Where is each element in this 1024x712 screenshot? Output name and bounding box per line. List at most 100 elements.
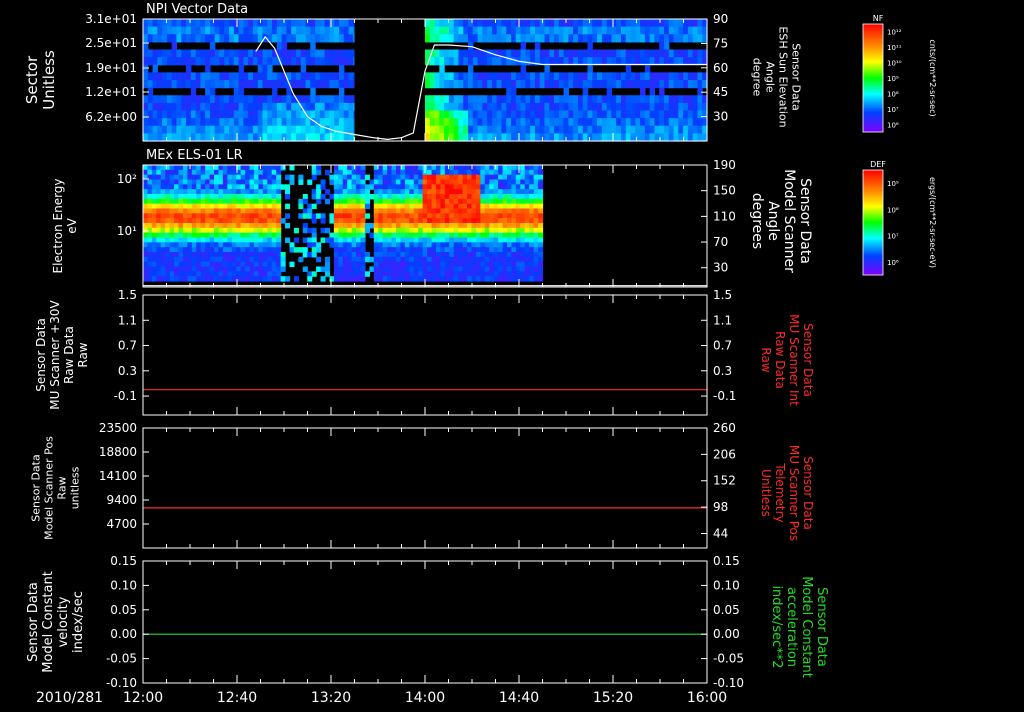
spectro-cell [356,194,362,200]
spectro-cell [529,198,535,205]
spectro-cell [310,110,316,119]
spectro-cell [224,125,230,134]
spectro-cell [245,271,251,277]
spectro-cell [435,266,442,272]
spectro-cell [435,203,442,210]
tick-label-right: 75 [713,36,728,50]
spectro-cell [435,174,442,181]
spectro-cell [429,57,436,66]
spectro-cell [382,165,388,171]
spectro-cell [515,242,521,248]
spectro-cell [468,64,474,73]
spectro-cell [515,227,521,234]
spectro-cell [501,125,507,134]
spectro-cell [678,95,684,104]
left-axis-title-line: Unitless [40,50,58,110]
spectro-cell [267,19,273,28]
spectro-cell [533,189,539,195]
spectro-cell [305,49,311,58]
spectro-cell [324,133,331,142]
spectro-cell [178,256,184,263]
spectro-cell [156,276,162,282]
colorbar-gradient [863,24,883,132]
spectro-cell [143,64,149,73]
spectro-cell [496,19,503,28]
spectro-cell [240,261,246,268]
spectro-cell [248,72,254,81]
spectro-cell [520,208,526,214]
spectro-cell [249,218,255,224]
spectro-cell [315,95,321,104]
spectro-cell [444,194,450,200]
spectro-cell [506,261,513,268]
spectro-cell [491,118,498,127]
spectro-cell [147,57,154,66]
spectro-cell [520,125,526,134]
spectro-cell [506,118,512,127]
spectro-cell [364,189,370,195]
spectro-cell [285,223,291,229]
spectro-cell [498,266,504,272]
spectro-cell [176,19,182,28]
spectro-cell [176,125,182,134]
spectro-cell [391,169,397,176]
spectro-cell [151,179,157,185]
colorbar-tick: 10¹⁰ [887,60,902,68]
spectro-cell [311,174,317,181]
spectro-cell [568,80,574,89]
spectro-cell [440,184,446,190]
spectro-cell [506,227,513,234]
spectro-cell [678,80,684,89]
spectro-cell [351,232,357,239]
spectro-cell [444,218,450,224]
spectro-cell [422,271,428,277]
spectro-cell [156,266,162,272]
spectro-cell [243,95,249,104]
spectro-cell [333,179,339,185]
spectro-cell [272,34,278,43]
spectro-cell [444,227,450,234]
spectro-cell [243,133,249,142]
spectro-cell [471,184,477,190]
spectro-cell [449,271,455,277]
spectro-cell [630,125,636,134]
spectro-cell [391,266,397,272]
spectro-cell [506,87,512,96]
spectro-cell [491,80,498,89]
spectro-cell [348,49,354,58]
spectro-cell [463,49,469,58]
spectro-cell [157,26,163,35]
spectro-cell [166,125,173,134]
spectro-cell [227,271,233,277]
spectro-cell [147,34,154,43]
spectro-cell [182,194,188,200]
spectro-cell [160,198,166,205]
spectro-cell [498,194,504,200]
spectro-cell [635,110,641,119]
spectro-cell [214,223,220,229]
spectro-cell [568,19,574,28]
tick-label-left: 0.3 [118,364,137,378]
spectro-cell [472,102,479,112]
spectro-cell [143,189,149,195]
spectro-cell [236,213,242,219]
spectro-cell [577,80,584,89]
spectro-cell [267,184,273,190]
spectro-cell [165,237,171,243]
spectro-cell [533,237,539,243]
spectro-cell [205,102,211,112]
spectro-cell [253,271,260,277]
spectro-cell [249,237,255,243]
spectro-cell [558,95,565,104]
spectro-cell [467,179,473,185]
spectro-cell [496,72,503,81]
spectro-cell [245,276,251,282]
spectro-cell [311,237,317,243]
spectro-cell [453,242,459,248]
spectro-cell [329,133,335,142]
spectro-cell [520,237,526,243]
spectro-cell [262,276,268,282]
spectro-cell [209,19,216,28]
spectro-cell [222,213,228,219]
right-axis-title-line: Sensor Data [790,43,803,110]
